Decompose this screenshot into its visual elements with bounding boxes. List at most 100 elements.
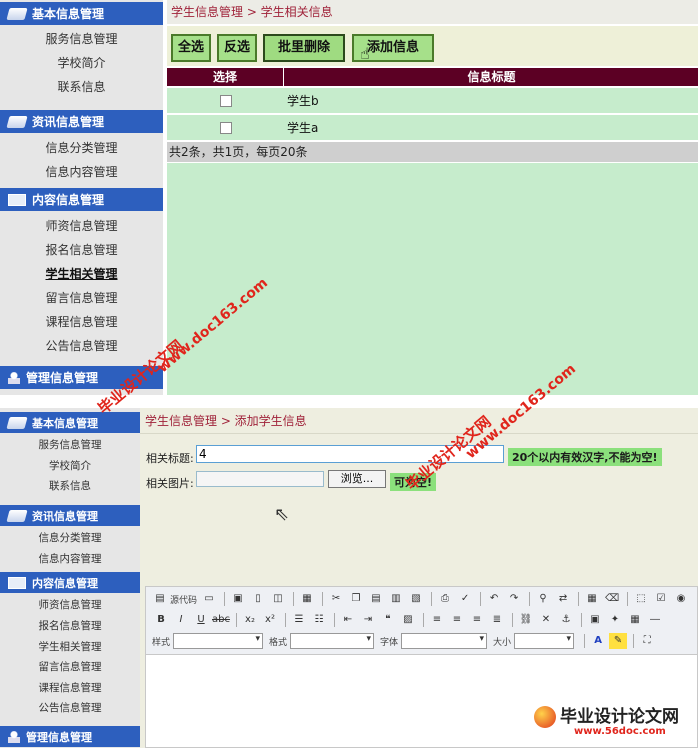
- align-center-icon[interactable]: ≡: [448, 612, 466, 628]
- strikethrough-icon[interactable]: abc: [212, 612, 230, 628]
- bold-icon[interactable]: B: [152, 612, 170, 628]
- redo-icon[interactable]: ↷: [505, 591, 523, 607]
- source-label[interactable]: 源代码: [170, 593, 197, 606]
- sidebar-section-news[interactable]: 资讯信息管理: [0, 110, 163, 133]
- new-page-icon[interactable]: ▯: [249, 591, 267, 607]
- invert-selection-button[interactable]: 反选: [217, 34, 257, 62]
- find-icon[interactable]: ⚲: [534, 591, 552, 607]
- row-checkbox[interactable]: [220, 95, 232, 107]
- text-color-icon[interactable]: A: [589, 633, 607, 649]
- select-all-icon[interactable]: ▦: [583, 591, 601, 607]
- style-select[interactable]: [173, 633, 264, 649]
- sidebar-item-notices[interactable]: 公告信息管理: [0, 337, 163, 354]
- row-title: 学生a: [287, 121, 319, 135]
- print-icon[interactable]: ⎙: [436, 591, 454, 607]
- paste-word-icon[interactable]: ▧: [407, 591, 425, 607]
- save-file-icon[interactable]: ▣: [229, 591, 247, 607]
- justify-icon[interactable]: ≣: [488, 612, 506, 628]
- sidebar-item-students[interactable]: 学生相关管理: [0, 639, 140, 654]
- format-select[interactable]: [290, 633, 375, 649]
- indent-icon[interactable]: ⇥: [359, 612, 377, 628]
- anchor-icon[interactable]: ⚓: [557, 612, 575, 628]
- browse-button[interactable]: 浏览...: [328, 470, 386, 488]
- sidebar-item-notices[interactable]: 公告信息管理: [0, 700, 140, 715]
- sidebar-item-info-category[interactable]: 信息分类管理: [0, 139, 163, 156]
- logo-url: www.56doc.com: [574, 726, 666, 737]
- italic-icon[interactable]: I: [172, 612, 190, 628]
- sidebar-item-info-category[interactable]: 信息分类管理: [0, 530, 140, 545]
- sidebar-item-service[interactable]: 服务信息管理: [0, 437, 140, 452]
- sidebar-section-basic[interactable]: 基本信息管理: [0, 412, 140, 433]
- bg-color-icon[interactable]: ✎: [609, 633, 628, 649]
- form-icon[interactable]: ⬚: [632, 591, 650, 607]
- underline-icon[interactable]: U: [192, 612, 210, 628]
- paste-icon[interactable]: ▤: [367, 591, 385, 607]
- toolbar-divider: [236, 613, 237, 627]
- sidebar-item-school-intro[interactable]: 学校简介: [0, 54, 163, 71]
- cut-icon[interactable]: ✂: [327, 591, 345, 607]
- sidebar-item-teachers[interactable]: 师资信息管理: [0, 597, 140, 612]
- bullet-list-icon[interactable]: ☷: [310, 612, 328, 628]
- replace-icon[interactable]: ⇄: [554, 591, 572, 607]
- sidebar-section-content[interactable]: 内容信息管理: [0, 572, 140, 593]
- sidebar-item-students[interactable]: 学生相关管理: [0, 265, 163, 282]
- unlink-icon[interactable]: ✕: [537, 612, 555, 628]
- template-icon[interactable]: ▦: [298, 591, 316, 607]
- size-label: 大小: [493, 637, 512, 648]
- sidebar-item-service[interactable]: 服务信息管理: [0, 30, 163, 47]
- column-header-select: 选择: [167, 68, 284, 86]
- sidebar-section-basic[interactable]: 基本信息管理: [0, 2, 163, 25]
- checkbox-icon[interactable]: ☑: [652, 591, 670, 607]
- toolbar-divider: [293, 592, 295, 606]
- preview-icon[interactable]: ◫: [269, 591, 287, 607]
- row-title: 学生b: [287, 94, 319, 108]
- size-select[interactable]: [514, 633, 575, 649]
- sidebar-item-teachers[interactable]: 师资信息管理: [0, 217, 163, 234]
- spellcheck-icon[interactable]: ✓: [456, 591, 474, 607]
- image-path-input[interactable]: [196, 471, 324, 487]
- list-screen: 基本信息管理 服务信息管理 学校简介 联系信息 资讯信息管理 信息分类管理 信息…: [0, 0, 698, 395]
- source-icon[interactable]: ▤: [152, 591, 168, 607]
- link-icon[interactable]: ⛓: [517, 612, 535, 628]
- sidebar-item-enrollment[interactable]: 报名信息管理: [0, 618, 140, 633]
- outdent-icon[interactable]: ⇤: [339, 612, 357, 628]
- undo-icon[interactable]: ↶: [485, 591, 503, 607]
- table-icon[interactable]: ▦: [626, 612, 644, 628]
- sidebar-section-content[interactable]: 内容信息管理: [0, 188, 163, 211]
- copy-icon[interactable]: ❐: [347, 591, 365, 607]
- sidebar-item-courses[interactable]: 课程信息管理: [0, 313, 163, 330]
- sidebar-section-title: 管理信息管理: [26, 730, 92, 744]
- sidebar-section-news[interactable]: 资讯信息管理: [0, 505, 140, 526]
- sidebar-item-info-content[interactable]: 信息内容管理: [0, 551, 140, 566]
- div-icon[interactable]: ▨: [399, 612, 417, 628]
- select-all-button[interactable]: 全选: [171, 34, 211, 62]
- row-checkbox[interactable]: [220, 122, 232, 134]
- subscript-icon[interactable]: x₂: [241, 612, 259, 628]
- blockquote-icon[interactable]: ❝: [379, 612, 397, 628]
- sidebar-item-info-content[interactable]: 信息内容管理: [0, 163, 163, 180]
- flash-icon[interactable]: ✦: [606, 612, 624, 628]
- sidebar-item-enrollment[interactable]: 报名信息管理: [0, 241, 163, 258]
- remove-format-icon[interactable]: ⌫: [603, 591, 621, 607]
- book-icon: [6, 509, 28, 522]
- image-icon[interactable]: ▣: [586, 612, 604, 628]
- sidebar-item-messages[interactable]: 留言信息管理: [0, 289, 163, 306]
- paste-text-icon[interactable]: ▥: [387, 591, 405, 607]
- superscript-icon[interactable]: x²: [261, 612, 279, 628]
- radio-icon[interactable]: ◉: [672, 591, 690, 607]
- save-icon[interactable]: ▭: [200, 591, 218, 607]
- maximize-icon[interactable]: ⛶: [638, 633, 656, 649]
- sidebar-item-contact[interactable]: 联系信息: [0, 478, 140, 493]
- sidebar-item-messages[interactable]: 留言信息管理: [0, 659, 140, 674]
- align-right-icon[interactable]: ≡: [468, 612, 486, 628]
- sidebar-item-contact[interactable]: 联系信息: [0, 78, 163, 95]
- numbered-list-icon[interactable]: ☰: [290, 612, 308, 628]
- horizontal-rule-icon[interactable]: ―: [646, 612, 664, 628]
- align-left-icon[interactable]: ≡: [428, 612, 446, 628]
- sidebar-item-school-intro[interactable]: 学校简介: [0, 458, 140, 473]
- font-select[interactable]: [401, 633, 488, 649]
- sidebar-item-courses[interactable]: 课程信息管理: [0, 680, 140, 695]
- toolbar-divider: [423, 613, 424, 627]
- batch-delete-button[interactable]: 批里删除: [263, 34, 345, 62]
- sidebar-section-admin[interactable]: 管理信息管理: [0, 726, 140, 747]
